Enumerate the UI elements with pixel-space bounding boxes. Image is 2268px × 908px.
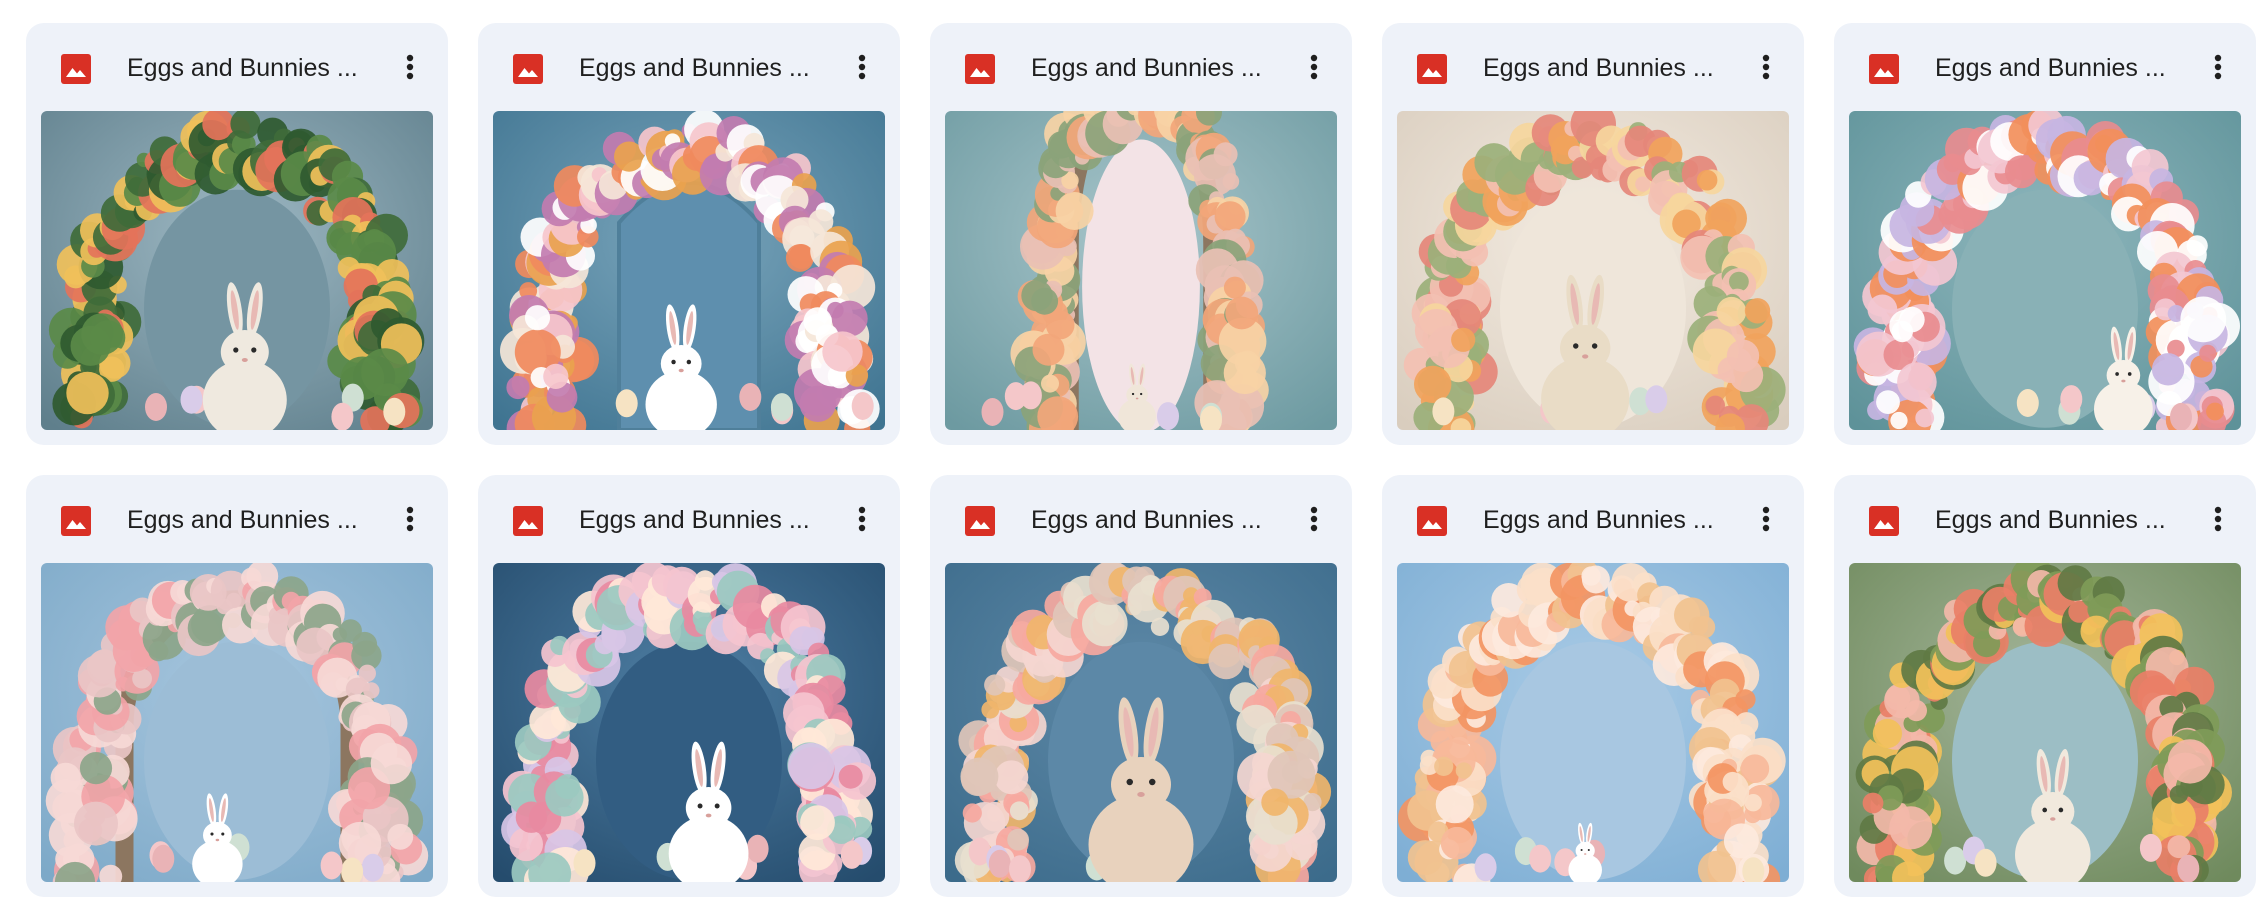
file-thumbnail[interactable] <box>41 563 433 882</box>
file-thumbnail[interactable] <box>1397 563 1789 882</box>
file-title: Eggs and Bunnies ... <box>1031 54 1262 82</box>
file-thumbnail[interactable] <box>945 111 1337 430</box>
file-card[interactable]: Eggs and Bunnies ... <box>478 23 900 445</box>
file-card-header: Eggs and Bunnies ... <box>478 23 900 111</box>
file-card[interactable]: Eggs and Bunnies ... <box>26 23 448 445</box>
image-file-icon <box>61 54 91 84</box>
image-file-icon <box>965 506 995 536</box>
file-card[interactable]: Eggs and Bunnies ... <box>26 475 448 897</box>
file-card-header: Eggs and Bunnies ... <box>26 23 448 111</box>
image-file-icon <box>513 54 543 84</box>
more-actions-button[interactable] <box>388 497 432 541</box>
file-thumbnail[interactable] <box>1849 111 2241 430</box>
image-file-icon <box>61 506 91 536</box>
file-card-header: Eggs and Bunnies ... <box>478 475 900 563</box>
file-title: Eggs and Bunnies ... <box>1031 506 1262 534</box>
file-thumbnail[interactable] <box>493 111 885 430</box>
file-card-header: Eggs and Bunnies ... <box>1382 475 1804 563</box>
file-card[interactable]: Eggs and Bunnies ... <box>1834 475 2256 897</box>
file-title: Eggs and Bunnies ... <box>1935 506 2166 534</box>
more-actions-button[interactable] <box>1292 497 1336 541</box>
file-card-header: Eggs and Bunnies ... <box>1834 475 2256 563</box>
file-thumbnail[interactable] <box>1849 563 2241 882</box>
file-thumbnail[interactable] <box>1397 111 1789 430</box>
file-card[interactable]: Eggs and Bunnies ... <box>930 23 1352 445</box>
file-card[interactable]: Eggs and Bunnies ... <box>1834 23 2256 445</box>
file-card-header: Eggs and Bunnies ... <box>930 23 1352 111</box>
file-card-header: Eggs and Bunnies ... <box>1382 23 1804 111</box>
file-card-header: Eggs and Bunnies ... <box>930 475 1352 563</box>
file-title: Eggs and Bunnies ... <box>579 54 810 82</box>
file-title: Eggs and Bunnies ... <box>1935 54 2166 82</box>
file-card[interactable]: Eggs and Bunnies ... <box>930 475 1352 897</box>
file-title: Eggs and Bunnies ... <box>1483 54 1714 82</box>
more-actions-button[interactable] <box>2196 45 2240 89</box>
file-title: Eggs and Bunnies ... <box>579 506 810 534</box>
file-card-header: Eggs and Bunnies ... <box>26 475 448 563</box>
more-actions-button[interactable] <box>1292 45 1336 89</box>
file-card[interactable]: Eggs and Bunnies ... <box>1382 475 1804 897</box>
file-thumbnail[interactable] <box>493 563 885 882</box>
image-file-icon <box>1869 54 1899 84</box>
image-file-icon <box>1417 506 1447 536</box>
more-actions-button[interactable] <box>1744 45 1788 89</box>
file-thumbnail[interactable] <box>945 563 1337 882</box>
more-actions-button[interactable] <box>2196 497 2240 541</box>
more-actions-button[interactable] <box>1744 497 1788 541</box>
image-file-icon <box>1869 506 1899 536</box>
file-grid: Eggs and Bunnies ... Eggs and Bunnies ..… <box>26 23 2256 897</box>
file-card[interactable]: Eggs and Bunnies ... <box>1382 23 1804 445</box>
more-actions-button[interactable] <box>388 45 432 89</box>
file-thumbnail[interactable] <box>41 111 433 430</box>
more-actions-button[interactable] <box>840 45 884 89</box>
file-title: Eggs and Bunnies ... <box>127 54 358 82</box>
more-actions-button[interactable] <box>840 497 884 541</box>
image-file-icon <box>1417 54 1447 84</box>
file-title: Eggs and Bunnies ... <box>127 506 358 534</box>
file-card[interactable]: Eggs and Bunnies ... <box>478 475 900 897</box>
file-card-header: Eggs and Bunnies ... <box>1834 23 2256 111</box>
image-file-icon <box>513 506 543 536</box>
image-file-icon <box>965 54 995 84</box>
file-title: Eggs and Bunnies ... <box>1483 506 1714 534</box>
